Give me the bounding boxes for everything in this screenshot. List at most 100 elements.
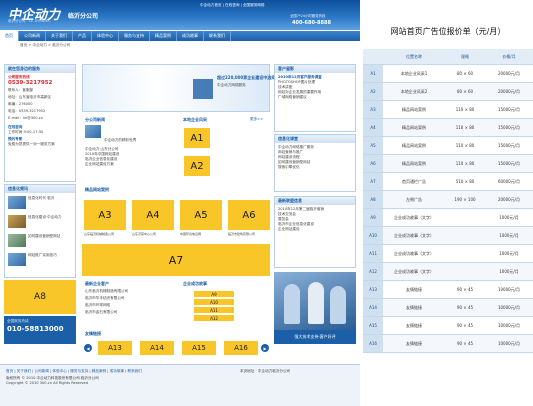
- nav-item-products[interactable]: 产品: [73, 31, 92, 41]
- client-photos-item[interactable]: 2010年12月客户服务调查: [275, 73, 355, 80]
- nav-item-experience[interactable]: 体验中心: [92, 31, 119, 41]
- phone-label: 全国7*24小时服务热线: [290, 14, 326, 18]
- latest-info-box: 最新联盟信息 2010年12月第二届临沂营销 技术交流会 展览会 临沂市企业信息…: [274, 196, 356, 268]
- nav-item-about[interactable]: 关于我们: [46, 31, 73, 41]
- ad-slot-A11[interactable]: A11: [194, 307, 234, 313]
- nav-item-home[interactable]: 首页: [0, 31, 19, 41]
- top-links[interactable]: 中企动力首页 | 在线咨询 | 全国服务网络: [200, 3, 265, 8]
- new-clients-title: 最新企业客户: [85, 281, 109, 286]
- header-id: [363, 49, 383, 65]
- client-photos-item[interactable]: 广域网络营销建议: [275, 95, 355, 100]
- website-mockup: 中企动力 临沂分公司 · CE DYNAMIC 临沂分公司 中企动力首页 | 在…: [0, 0, 360, 406]
- position-cell: 友情链接: [383, 280, 445, 299]
- latest-info-title: 最新联盟信息: [275, 197, 355, 205]
- nav-item-support[interactable]: 服务与支持: [119, 31, 150, 41]
- position-cell: 本地企业风采1: [383, 64, 445, 83]
- ad-id-cell: A3: [363, 100, 383, 119]
- ad-slot-A6[interactable]: A6: [228, 200, 270, 230]
- ad-id-cell: A5: [363, 136, 383, 155]
- position-cell: 精品网站案例: [383, 136, 445, 155]
- new-client-item[interactable]: 山东临沂机械制造有限公司: [82, 288, 176, 295]
- ad-slot-A14[interactable]: A14: [140, 341, 174, 355]
- size-cell: 90 × 45: [445, 280, 485, 299]
- news-item-label: 信息化建设·中企动力: [28, 215, 62, 219]
- position-cell: 企业成功故事（文字）: [383, 226, 445, 245]
- ad-slot-A13[interactable]: A13: [98, 341, 132, 355]
- ad-slot-A9[interactable]: A9: [194, 291, 234, 297]
- new-client-item[interactable]: 临沂市华丰纺织有限公司: [82, 295, 176, 302]
- news-item-label: 网站推广实用技巧: [28, 253, 57, 257]
- breadcrumb[interactable]: 首页 > 中企动力 > 临沂分公司: [20, 43, 70, 48]
- ad-slot-A10[interactable]: A10: [194, 299, 234, 305]
- latest-info-item[interactable]: 企业网站建设: [275, 227, 355, 232]
- hotline-box-number: 010-58813000: [7, 325, 64, 333]
- branch-news-item[interactable]: 中企动力·山东分公司: [82, 143, 176, 152]
- price-table-row: A1 本地企业风采1 80 × 60 20000元/月: [363, 64, 533, 83]
- branch-news-title: 分公司新闻: [85, 117, 105, 122]
- next-arrow-icon[interactable]: ▶: [261, 344, 269, 352]
- nav-item-contact[interactable]: 联系我们: [204, 31, 231, 41]
- footer-links[interactable]: 首页 | 关于我们 | 公司新闻 | 体验中心 | 服务与支持 | 精品案例 |…: [0, 365, 360, 374]
- ad-slot-A8[interactable]: A8: [4, 280, 76, 314]
- news-item[interactable]: 如何建设营销型网站: [5, 231, 75, 250]
- main-banner[interactable]: 超过220,000家企业建设中选择 中企动力网络服务: [82, 64, 275, 112]
- nav-item-news[interactable]: 公司新闻: [19, 31, 46, 41]
- price-table: 位置名称 规格 价格/月 A1 本地企业风采1 80 × 60 20000元/月 A2 本…: [363, 49, 533, 353]
- price-cell: 15000元/月: [485, 136, 533, 155]
- success-stories-title: 企业成功故事: [183, 281, 207, 286]
- size-cell: [445, 208, 485, 227]
- footer-copyright: 版权所有 © 2010 中企动力科技股份有限公司 临沂分公司: [6, 376, 99, 380]
- nav-item-cases[interactable]: 精品案例: [150, 31, 177, 41]
- price-cell: 60000元/月: [485, 172, 533, 191]
- price-table-header: 位置名称 规格 价格/月: [363, 49, 533, 65]
- latest-info-item[interactable]: 2010年12月第二届临沂营销: [275, 205, 355, 212]
- ad-slot-A1[interactable]: A1: [184, 128, 210, 148]
- it-class-item[interactable]: 中企动力网络推广服务: [275, 143, 355, 150]
- price-table-row: A2 本地企业风采2 80 × 60 20000元/月: [363, 82, 533, 101]
- new-client-item[interactable]: 临沂市环球网络: [82, 302, 176, 309]
- size-cell: 190 × 100: [445, 190, 485, 209]
- price-cell: 15000元/月: [485, 118, 533, 137]
- site-footer: 首页 | 关于我们 | 公司新闻 | 体验中心 | 服务与支持 | 精品案例 |…: [0, 364, 360, 406]
- price-table-row: A8 左侧广告 190 × 100 20000元/月: [363, 190, 533, 209]
- position-cell: 本地企业风采2: [383, 82, 445, 101]
- position-cell: 企业成功故事（文字）: [383, 244, 445, 263]
- nav-item-stories[interactable]: 成功故事: [177, 31, 204, 41]
- news-thumbnail: [8, 196, 26, 209]
- position-cell: 友情链接: [383, 298, 445, 317]
- news-item[interactable]: 网站推广实用技巧: [5, 250, 75, 269]
- book-expert-link[interactable]: 预约专家: [5, 135, 75, 142]
- main-nav: 首页 公司新闻 关于我们 产品 体验中心 服务与支持 精品案例 成功故事 联系我…: [0, 31, 360, 41]
- ad-slot-A15[interactable]: A15: [182, 341, 216, 355]
- news-item[interactable]: 信息化建设·中企动力: [5, 212, 75, 231]
- ad-slot-A12[interactable]: A12: [194, 315, 234, 321]
- client-photos-box: 客户留影 2010年12月客户服务调查 PHOTOSHOP图片处理 技术讲座 网…: [274, 64, 356, 132]
- footer-right: 本页地址 · 中企动力临沂分公司: [240, 369, 291, 373]
- it-class-title: 信息化课堂: [275, 135, 355, 143]
- online-consult-link[interactable]: 在线咨询: [5, 122, 75, 130]
- ad-slot-A16[interactable]: A16: [224, 341, 258, 355]
- size-cell: 80 × 60: [445, 64, 485, 83]
- new-clients-box: 最新企业客户 山东临沂机械制造有限公司 临沂市华丰纺织有限公司 临沂市环球网络 …: [82, 280, 176, 328]
- branch-news-box: 分公司新闻 中企动力的精彩世界 中企动力·山东分公司 2010年中国网站建设 临…: [82, 116, 176, 184]
- ad-slot-A5[interactable]: A5: [180, 200, 222, 230]
- prev-arrow-icon[interactable]: ◀: [84, 344, 92, 352]
- contact-box-title: 就在您身边的服务: [5, 65, 75, 73]
- new-client-item[interactable]: 临沂市金石有限公司: [82, 309, 176, 316]
- it-class-item[interactable]: 搜索引擎优化: [275, 165, 355, 170]
- contact-line: 电话：0539-3217952: [8, 109, 46, 113]
- news-thumbnail: [8, 234, 26, 247]
- ad-slot-A7[interactable]: A7: [82, 244, 270, 276]
- branch-news-item[interactable]: 企业网站建设方案: [82, 162, 176, 167]
- price-cell: 1000元/月: [485, 262, 533, 281]
- price-table-row: A13 友情链接 90 × 45 10000元/月: [363, 280, 533, 299]
- ad-slot-A2[interactable]: A2: [184, 156, 210, 176]
- price-cell: 15000元/月: [485, 154, 533, 173]
- ad-slot-A4[interactable]: A4: [132, 200, 174, 230]
- more-link[interactable]: 更多>>: [250, 117, 263, 122]
- price-table-row: A7 首页通栏广告 510 × 80 60000元/月: [363, 172, 533, 191]
- success-stories-box: 企业成功故事 A9 A10 A11 A12: [180, 280, 270, 328]
- price-cell: 1000元/月: [485, 208, 533, 227]
- news-item[interactable]: 信息化时代·临沂: [5, 193, 75, 212]
- ad-slot-A3[interactable]: A3: [84, 200, 126, 230]
